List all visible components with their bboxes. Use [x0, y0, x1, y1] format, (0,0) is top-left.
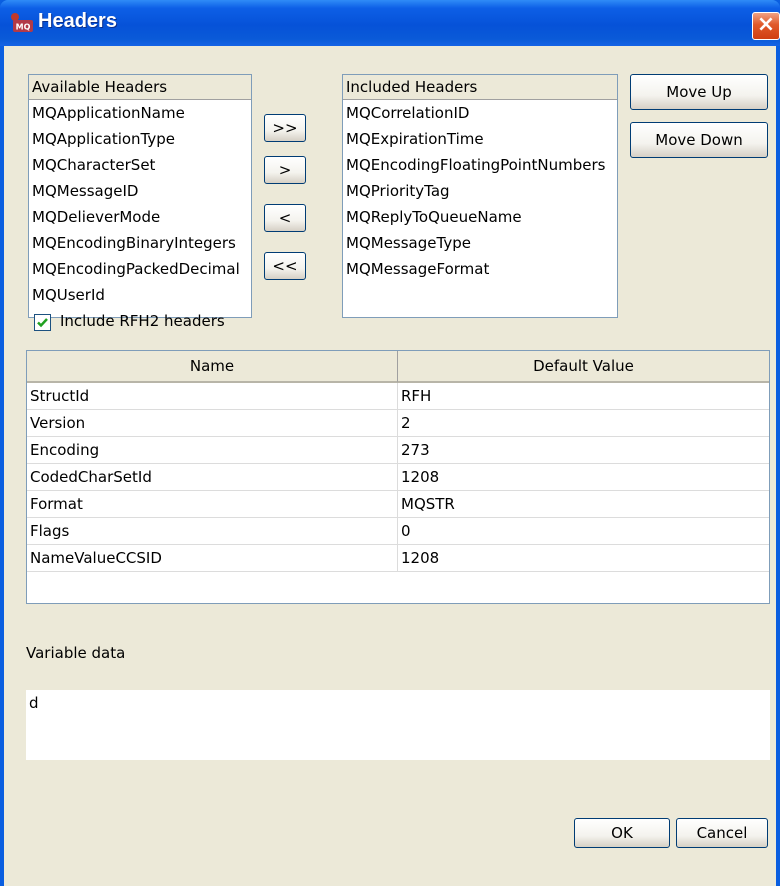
table-cell-value[interactable]: MQSTR: [397, 491, 769, 517]
rfh2-checkbox[interactable]: [34, 314, 51, 331]
included-headers-list[interactable]: Included Headers MQCorrelationID MQExpir…: [342, 74, 618, 318]
cancel-button[interactable]: Cancel: [676, 818, 768, 848]
variable-data-input[interactable]: d: [26, 690, 770, 760]
table-row[interactable]: Version 2: [27, 410, 769, 437]
rfh2-headers-table: Name Default Value StructId RFH Version …: [26, 350, 770, 604]
list-item[interactable]: MQExpirationTime: [343, 126, 617, 152]
rfh2-checkbox-label[interactable]: Include RFH2 headers: [60, 312, 225, 330]
svg-text:MQ: MQ: [16, 23, 31, 32]
window-title: Headers: [38, 10, 117, 32]
list-item[interactable]: MQMessageFormat: [343, 256, 617, 282]
list-item[interactable]: MQEncodingPackedDecimal: [29, 256, 251, 282]
remove-all-button[interactable]: <<: [264, 252, 306, 280]
column-header-default-value[interactable]: Default Value: [398, 351, 769, 383]
table-cell-value[interactable]: 1208: [397, 464, 769, 490]
table-row[interactable]: Format MQSTR: [27, 491, 769, 518]
available-headers-label: Available Headers: [29, 75, 251, 100]
variable-data-label: Variable data: [26, 644, 126, 662]
list-item[interactable]: MQEncodingBinaryIntegers: [29, 230, 251, 256]
column-header-name[interactable]: Name: [27, 351, 398, 383]
available-headers-list[interactable]: Available Headers MQApplicationName MQAp…: [28, 74, 252, 318]
list-item[interactable]: MQMessageID: [29, 178, 251, 204]
headers-dialog: MQ Headers × Available Headers MQApplica…: [0, 0, 780, 886]
list-item[interactable]: MQPriorityTag: [343, 178, 617, 204]
table-cell-name: StructId: [30, 387, 90, 405]
table-row[interactable]: NameValueCCSID 1208: [27, 545, 769, 572]
list-item[interactable]: MQMessageType: [343, 230, 617, 256]
list-item[interactable]: MQReplyToQueueName: [343, 204, 617, 230]
table-cell-value[interactable]: RFH: [397, 383, 769, 409]
list-item[interactable]: MQCharacterSet: [29, 152, 251, 178]
move-up-button[interactable]: Move Up: [630, 74, 768, 110]
table-header-row: Name Default Value: [27, 351, 769, 383]
ok-button[interactable]: OK: [574, 818, 670, 848]
table-row[interactable]: Flags 0: [27, 518, 769, 545]
list-item[interactable]: MQCorrelationID: [343, 100, 617, 126]
list-item[interactable]: MQDelieverMode: [29, 204, 251, 230]
table-cell-name: Version: [30, 414, 86, 432]
table-row[interactable]: Encoding 273: [27, 437, 769, 464]
close-icon[interactable]: ×: [752, 12, 780, 40]
title-bar[interactable]: MQ Headers ×: [0, 0, 780, 46]
table-cell-name: Encoding: [30, 441, 100, 459]
table-cell-value[interactable]: 273: [397, 437, 769, 463]
mq-app-icon: MQ: [11, 13, 33, 32]
add-all-button[interactable]: >>: [264, 114, 306, 142]
table-cell-value[interactable]: 2: [397, 410, 769, 436]
table-cell-name: CodedCharSetId: [30, 468, 152, 486]
table-cell-value[interactable]: 1208: [397, 545, 769, 571]
table-row[interactable]: StructId RFH: [27, 383, 769, 410]
table-cell-name: Format: [30, 495, 83, 513]
table-cell-name: Flags: [30, 522, 70, 540]
remove-button[interactable]: <: [264, 204, 306, 232]
included-headers-label: Included Headers: [343, 75, 617, 100]
move-down-button[interactable]: Move Down: [630, 122, 768, 158]
add-button[interactable]: >: [264, 156, 306, 184]
table-row[interactable]: CodedCharSetId 1208: [27, 464, 769, 491]
list-item[interactable]: MQEncodingFloatingPointNumbers: [343, 152, 617, 178]
table-cell-value[interactable]: 0: [397, 518, 769, 544]
table-cell-name: NameValueCCSID: [30, 549, 162, 567]
list-item[interactable]: MQApplicationName: [29, 100, 251, 126]
list-item[interactable]: MQUserId: [29, 282, 251, 308]
list-item[interactable]: MQApplicationType: [29, 126, 251, 152]
checkmark-icon: [37, 318, 48, 328]
